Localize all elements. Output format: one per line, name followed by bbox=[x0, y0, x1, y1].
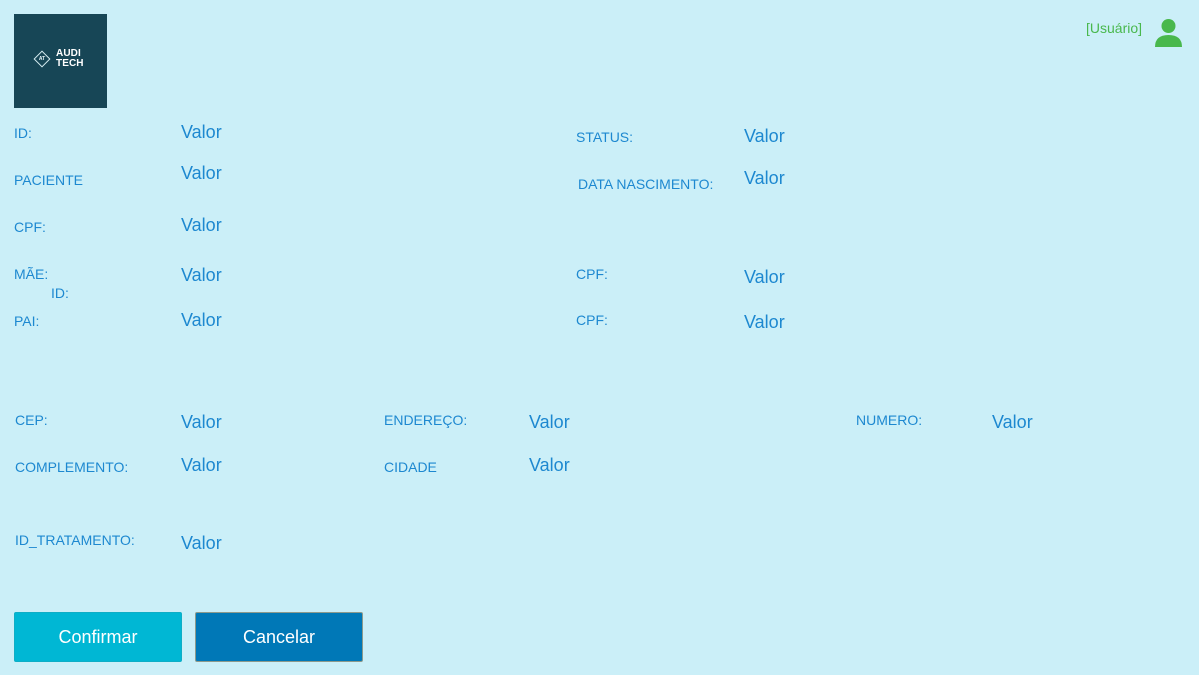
pai-cpf-label: CPF: bbox=[576, 312, 608, 328]
mae-label: MÃE: bbox=[14, 266, 49, 282]
pai-value: Valor bbox=[181, 310, 222, 330]
cidade-label: CIDADE bbox=[384, 459, 437, 475]
logo-wordmark-line2: TECH bbox=[56, 58, 84, 69]
audi-tech-logo: AT AUDI TECH bbox=[14, 14, 107, 108]
complemento-label: COMPLEMENTO: bbox=[15, 459, 129, 475]
user-icon[interactable] bbox=[1154, 18, 1183, 47]
pai-label: PAI: bbox=[14, 313, 40, 329]
mae-cpf-label: CPF: bbox=[576, 266, 608, 282]
mae-cpf-value: Valor bbox=[744, 267, 785, 287]
id-tratamento-value: Valor bbox=[181, 533, 222, 553]
complemento-value: Valor bbox=[181, 455, 222, 475]
id-value: Valor bbox=[181, 122, 222, 142]
id-tratamento-label: ID_TRATAMENTO: bbox=[15, 532, 135, 548]
user-name-label[interactable]: [Usuário] bbox=[1086, 20, 1142, 36]
mae-id-label: ID: bbox=[51, 285, 69, 301]
pai-cpf-value: Valor bbox=[744, 312, 785, 332]
paciente-value: Valor bbox=[181, 163, 222, 183]
numero-label: NUMERO: bbox=[856, 412, 923, 428]
cep-value: Valor bbox=[181, 412, 222, 432]
confirm-button[interactable]: Confirmar bbox=[14, 612, 182, 662]
patient-detail-page: AT AUDI TECH [Usuário] ID: Valor STATUS:… bbox=[0, 0, 1199, 675]
cpf-value: Valor bbox=[181, 215, 222, 235]
logo-wordmark: AUDI TECH bbox=[56, 49, 90, 69]
cidade-value: Valor bbox=[529, 455, 570, 475]
mae-value: Valor bbox=[181, 265, 222, 285]
endereco-value: Valor bbox=[529, 412, 570, 432]
paciente-label: PACIENTE bbox=[14, 172, 83, 188]
cep-label: CEP: bbox=[15, 412, 48, 428]
status-label: STATUS: bbox=[576, 129, 634, 145]
data-nascimento-value: Valor bbox=[744, 168, 785, 188]
endereco-label: ENDEREÇO: bbox=[384, 412, 468, 428]
data-nascimento-label: DATA NASCIMENTO: bbox=[578, 176, 714, 192]
status-value: Valor bbox=[744, 126, 785, 146]
cancel-button[interactable]: Cancelar bbox=[195, 612, 363, 662]
id-label: ID: bbox=[14, 125, 32, 141]
cpf-label: CPF: bbox=[14, 219, 46, 235]
logo-monogram: AT bbox=[38, 56, 46, 62]
numero-value: Valor bbox=[992, 412, 1033, 432]
